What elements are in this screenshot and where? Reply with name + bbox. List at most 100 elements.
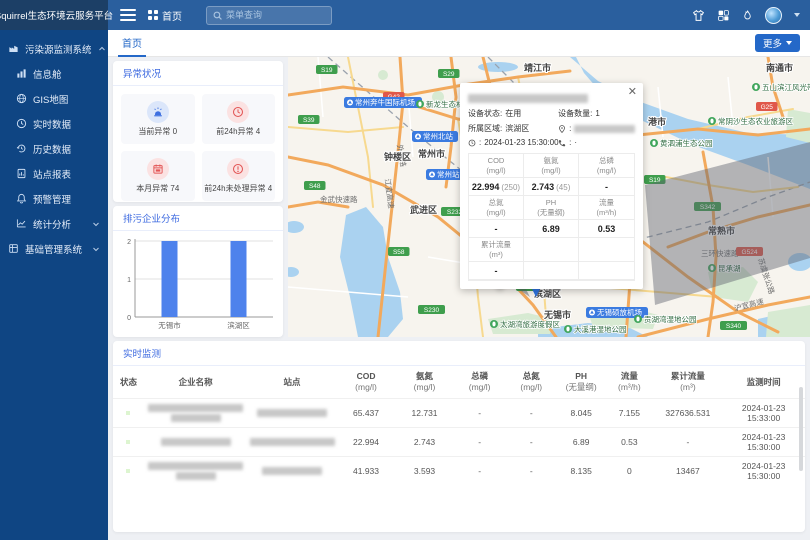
table-cell: 8.045	[557, 399, 605, 428]
enterprise-distribution-panel: 排污企业分布 012无锡市滨湖区	[113, 206, 283, 337]
anomaly-card-2[interactable]: 本月异常 74	[121, 151, 195, 201]
station-name-redacted	[247, 428, 337, 457]
sidebar-item-label: 污染源监测系统	[25, 42, 92, 56]
globe-icon	[16, 93, 27, 104]
chevron-down-icon	[92, 245, 100, 253]
station-poi[interactable]: 常州站	[426, 169, 464, 180]
table-cell: 12.731	[395, 399, 454, 428]
popup-datetime: 2024-01-23 15:30:00	[484, 138, 558, 147]
factory-icon	[8, 43, 19, 54]
table-cell: 65.437	[337, 399, 396, 428]
table-cell: 2024-01-23 15:33:00	[722, 399, 805, 428]
table-cell: 13467	[653, 457, 722, 486]
sidebar-item-3[interactable]: 实时数据	[0, 111, 108, 136]
user-avatar[interactable]	[765, 7, 782, 24]
menu-search-input[interactable]	[226, 10, 325, 20]
popup-metric-value: 22.994(250)	[469, 178, 524, 196]
popup-empty-cell	[524, 238, 579, 262]
park-poi[interactable]: 常阴沙生态农业旅游区	[708, 116, 793, 126]
city-label: 南通市	[766, 62, 793, 73]
map-canvas[interactable]: 外环路江宜高速金武快速路三环快速路苏虞张公路沪宜高速S19S39G42S29G2…	[288, 57, 810, 337]
svg-text:无锡硕放机场: 无锡硕放机场	[597, 307, 642, 317]
clock-icon	[227, 101, 249, 123]
sidebar-item-7[interactable]: 统计分析	[0, 211, 108, 236]
chevron-down-icon	[92, 220, 100, 228]
road-badge: S29	[438, 69, 460, 78]
clock-icon	[16, 118, 27, 129]
popup-metric-value: 0.53	[579, 220, 634, 238]
popup-metric-header: 累计流量(m³)	[469, 238, 524, 262]
table-cell: -	[454, 428, 506, 457]
sidebar-item-0[interactable]: 污染源监测系统	[0, 36, 108, 61]
column-header: 流量(m³/h)	[605, 366, 653, 399]
park-poi[interactable]: 贡湖湾湿地公园	[634, 314, 697, 324]
more-button[interactable]: 更多	[755, 34, 800, 52]
device-status-value: 在用	[505, 108, 521, 119]
park-poi[interactable]: 太湖湾旅游度假区	[490, 319, 560, 329]
table-cell: 8.135	[557, 457, 605, 486]
tab-home[interactable]: 首页	[118, 29, 146, 57]
menu-search[interactable]	[206, 6, 332, 25]
company-name-redacted	[144, 428, 247, 457]
tab-bar: 首页 更多	[108, 30, 810, 57]
sidebar-item-label: 站点报表	[33, 167, 71, 181]
siren-icon	[147, 101, 169, 123]
search-icon	[213, 11, 222, 20]
table-cell: -	[653, 428, 722, 457]
station-name-redacted	[247, 457, 337, 486]
park-poi[interactable]: 大溪港湿地公园	[564, 324, 627, 334]
sidebar-item-6[interactable]: 预警管理	[0, 186, 108, 211]
popup-phone: ·	[574, 138, 577, 147]
park-poi[interactable]: 黄泗浦生态公园	[650, 138, 713, 148]
sidebar-item-5[interactable]: 站点报表	[0, 161, 108, 186]
popup-empty-cell	[524, 262, 579, 280]
table-cell: -	[505, 457, 557, 486]
sidebar-item-label: 基础管理系统	[25, 242, 82, 256]
popup-close-icon[interactable]: ✕	[628, 87, 637, 98]
layout-switch-icon[interactable]	[717, 9, 730, 22]
breadcrumb[interactable]: 首页	[148, 8, 182, 23]
anomaly-card-1[interactable]: 前24h异常 4	[202, 94, 276, 144]
svg-text:滨湖区: 滨湖区	[227, 320, 250, 330]
table-row[interactable]: 41.9333.593--8.1350134672024-01-23 15:30…	[113, 457, 805, 486]
airport-poi[interactable]: 常州奔牛国际机场	[344, 97, 422, 108]
svg-text:无锡市: 无锡市	[158, 320, 181, 330]
sidebar-item-4[interactable]: 历史数据	[0, 136, 108, 161]
popup-metric-value: -	[469, 220, 524, 238]
sidebar-item-label: 信息舱	[33, 67, 62, 81]
table-cell: 2.743	[395, 428, 454, 457]
svg-text:S29: S29	[443, 71, 455, 78]
realtime-monitor-panel: 实时监测 状态企业名称站点COD(mg/l)氨氮(mg/l)总磷(mg/l)总氮…	[113, 341, 805, 532]
map-info-popup: ✕ 设备状态:在用 设备数量:1 所属区域:滨湖区 : :2024-01-23 …	[460, 83, 643, 289]
region-value: 滨湖区	[505, 123, 529, 134]
history-icon	[16, 143, 27, 154]
column-header: 累计流量(m³)	[653, 366, 722, 399]
table-row[interactable]: 22.9942.743--6.890.53-2024-01-23 15:30:0…	[113, 428, 805, 457]
column-header: COD(mg/l)	[337, 366, 396, 399]
anomaly-card-3[interactable]: 前24h未处理异常 4	[202, 151, 276, 201]
table-cell: 0.53	[605, 428, 653, 457]
phone-icon	[558, 139, 566, 147]
sidebar-item-2[interactable]: GIS地图	[0, 86, 108, 111]
svg-text:五山滨江风光带: 五山滨江风光带	[762, 82, 810, 92]
anomaly-card-0[interactable]: 当前异常 0	[121, 94, 195, 144]
menu-collapse-button[interactable]	[118, 7, 138, 23]
sidebar-item-8[interactable]: 基础管理系统	[0, 236, 108, 261]
table-scrollbar[interactable]	[799, 387, 803, 471]
theme-skin-icon[interactable]	[692, 9, 705, 22]
svg-text:常州北站: 常州北站	[423, 131, 453, 141]
city-label: 钟楼区	[384, 151, 411, 162]
anomaly-panel-title: 异常状况	[123, 66, 161, 80]
popup-empty-cell	[579, 262, 634, 280]
breadcrumb-label: 首页	[162, 8, 182, 23]
station-poi[interactable]: 常州北站	[412, 131, 458, 142]
table-cell: 327636.531	[653, 399, 722, 428]
table-row[interactable]: 65.43712.731--8.0457.155327636.5312024-0…	[113, 399, 805, 428]
sidebar-item-1[interactable]: 信息舱	[0, 61, 108, 86]
flame-icon[interactable]	[742, 9, 753, 22]
user-menu-caret-icon[interactable]	[794, 13, 800, 17]
popup-metric-header: 氨氮(mg/l)	[524, 154, 579, 178]
svg-text:常州奔牛国际机场: 常州奔牛国际机场	[355, 97, 415, 107]
city-label: 武进区	[410, 204, 437, 215]
svg-text:大溪港湿地公园: 大溪港湿地公园	[574, 324, 627, 334]
